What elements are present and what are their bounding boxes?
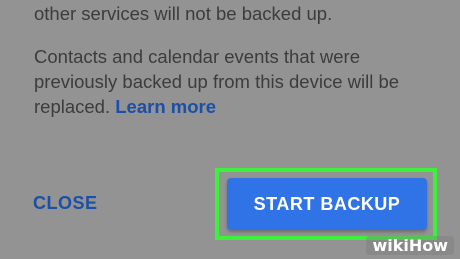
learn-more-link[interactable]: Learn more [115,96,216,117]
dialog-text-contacts-body: Contacts and calendar events that were p… [34,46,400,117]
start-backup-button[interactable]: START BACKUP [227,178,427,230]
watermark-how: How [408,236,448,255]
watermark-wiki: wiki [372,236,409,255]
dialog-text-contacts: Contacts and calendar events that were p… [34,44,434,119]
close-button[interactable]: CLOSE [33,193,98,214]
backup-dialog: other services will not be backed up. Co… [0,0,460,259]
wikihow-watermark: wikiHow [366,236,454,255]
dialog-text-services: other services will not be backed up. [34,3,333,24]
